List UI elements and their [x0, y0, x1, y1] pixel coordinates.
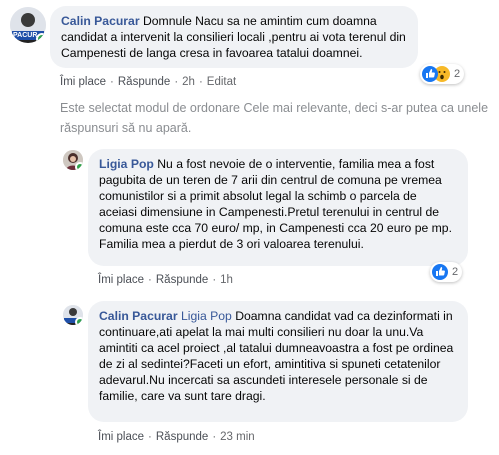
edited-label: Editat: [206, 76, 237, 88]
comment-actions: Îmi place · Răspunde · 2h · Editat: [60, 76, 237, 88]
reply-link[interactable]: Răspunde: [118, 76, 170, 88]
reaction-count: 2: [454, 68, 461, 80]
like-reaction-icon: [422, 66, 438, 82]
comment-text: Doamna candidat vad ca dezinformati in c…: [99, 309, 454, 403]
online-status-icon: [75, 162, 83, 170]
comment-author[interactable]: Calin Pacurar: [99, 309, 178, 323]
avatar[interactable]: [63, 305, 83, 325]
reply-link[interactable]: Răspunde: [156, 274, 208, 286]
avatar-badge-text: PACUR: [13, 32, 38, 39]
avatar[interactable]: PACUR: [10, 7, 46, 43]
mentioned-user-tag[interactable]: Ligia Pop: [181, 309, 232, 323]
comment-time[interactable]: 1h: [220, 274, 233, 286]
avatar[interactable]: [63, 150, 83, 170]
ordering-notice: Este selectat modul de ordonare Cele mai…: [60, 101, 489, 135]
reaction-count: 2: [452, 266, 459, 278]
comment-bubble: Calin Pacurar Domnule Nacu sa ne amintim…: [50, 6, 418, 68]
comment-bubble: Calin Pacurar Ligia Pop Doamna candidat …: [88, 301, 468, 422]
comment-time[interactable]: 23 min: [220, 431, 255, 443]
like-link[interactable]: Îmi place: [60, 76, 106, 88]
like-link[interactable]: Îmi place: [98, 274, 144, 286]
reaction-summary[interactable]: 2: [430, 262, 463, 282]
like-reaction-icon: [432, 264, 448, 280]
online-status-icon: [36, 33, 46, 43]
comment-bubble: Ligia Pop Nu a fost nevoie de o interven…: [88, 149, 468, 266]
comment-actions: Îmi place · Răspunde · 23 min: [98, 431, 255, 443]
comment-author[interactable]: Ligia Pop: [99, 157, 154, 171]
reaction-summary[interactable]: 2: [420, 64, 465, 84]
online-status-icon: [75, 317, 83, 325]
comment-text: Nu a fost nevoie de o interventie, famil…: [99, 157, 452, 251]
comment-time[interactable]: 2h: [182, 76, 195, 88]
comment-actions: Îmi place · Răspunde · 1h: [98, 274, 233, 286]
comment-author[interactable]: Calin Pacurar: [61, 14, 140, 28]
reply-link[interactable]: Răspunde: [156, 431, 208, 443]
like-link[interactable]: Îmi place: [98, 431, 144, 443]
